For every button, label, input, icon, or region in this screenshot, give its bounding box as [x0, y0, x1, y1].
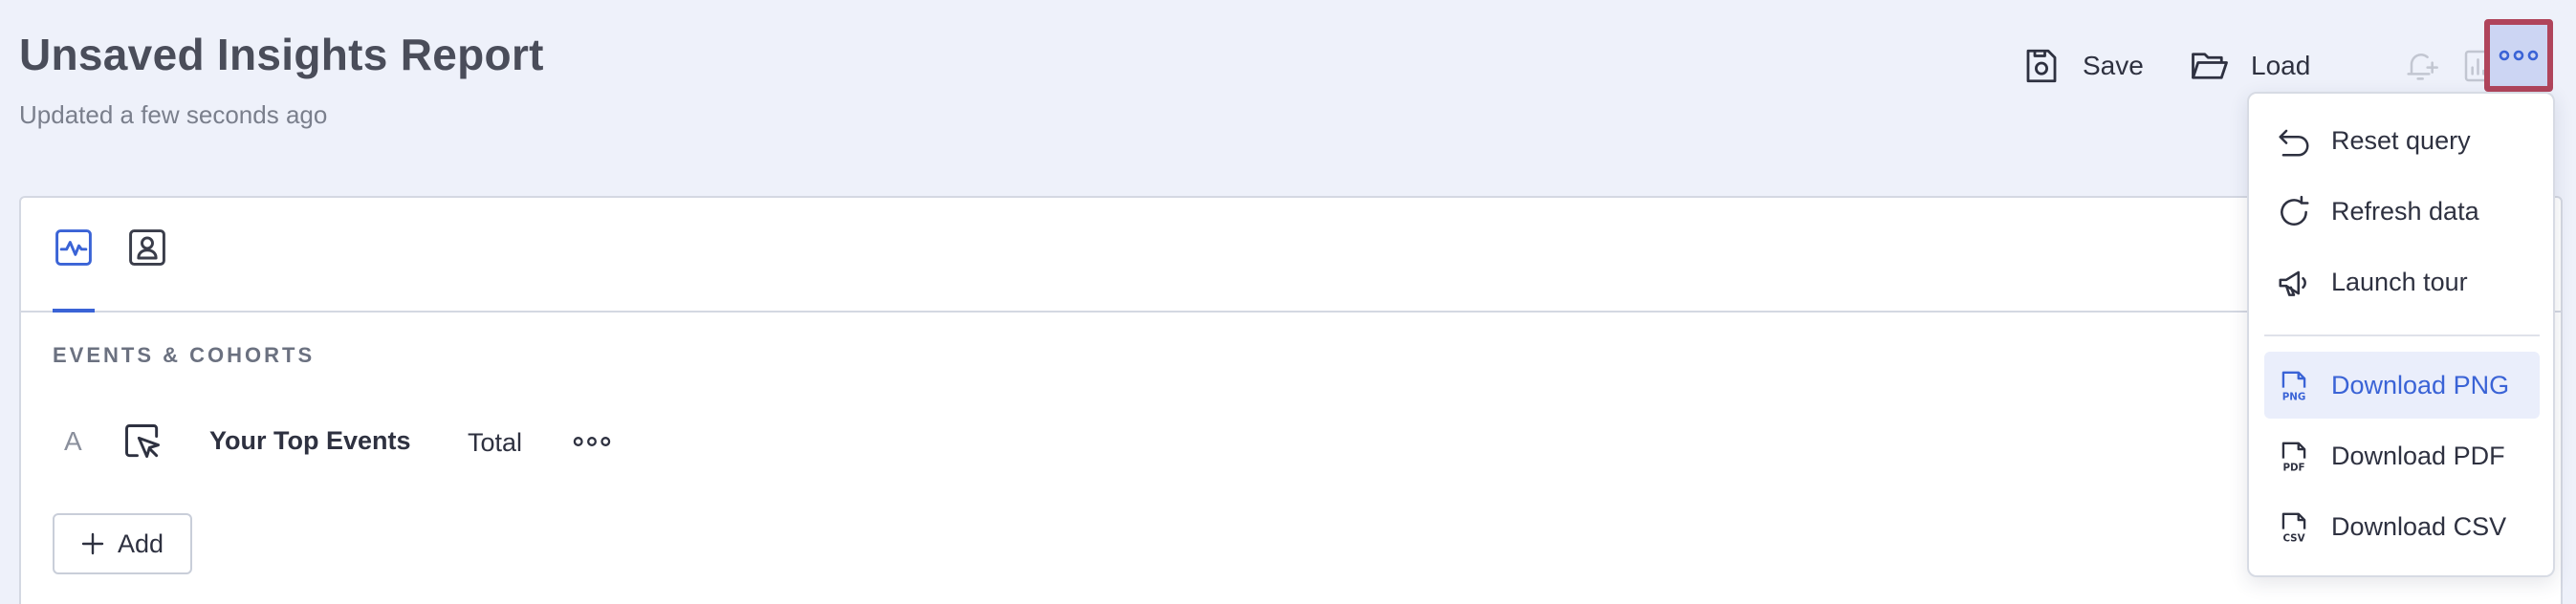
active-tab-indicator	[53, 309, 95, 313]
menu-divider	[2264, 334, 2540, 336]
svg-text:PNG: PNG	[2282, 391, 2306, 402]
menu-item-label: Refresh data	[2331, 197, 2479, 226]
menu-item-label: Download PDF	[2331, 442, 2505, 470]
tab-cohorts[interactable]	[126, 226, 168, 269]
query-panel: EVENTS & COHORTS A Your Top Events Total…	[19, 196, 2563, 604]
save-icon	[2026, 49, 2057, 83]
menu-item-label: Download CSV	[2331, 512, 2507, 541]
event-name[interactable]: Your Top Events	[209, 426, 411, 456]
menu-item-label: Reset query	[2331, 126, 2471, 155]
plus-icon	[81, 532, 104, 555]
folder-icon	[2192, 53, 2228, 79]
menu-item-reset-query[interactable]: Reset query	[2264, 107, 2540, 174]
event-letter: A	[64, 426, 82, 456]
page-updated-status: Updated a few seconds ago	[19, 100, 328, 129]
event-measure[interactable]: Total	[468, 428, 522, 458]
add-event-button[interactable]: Add	[53, 513, 192, 574]
more-options-button[interactable]	[2484, 19, 2553, 92]
undo-icon	[2276, 123, 2312, 160]
panel-tabs	[21, 198, 2561, 313]
svg-text:CSV: CSV	[2282, 532, 2304, 544]
png-file-icon: PNG	[2276, 368, 2312, 404]
page-title: Unsaved Insights Report	[19, 30, 544, 79]
more-icon	[573, 437, 611, 446]
menu-item-refresh-data[interactable]: Refresh data	[2264, 178, 2540, 245]
cursor-click-icon	[121, 421, 164, 463]
refresh-icon	[2276, 194, 2312, 230]
menu-item-label: Download PNG	[2331, 371, 2510, 399]
event-more-button[interactable]	[573, 426, 615, 457]
menu-item-download-pdf[interactable]: PDF Download PDF	[2264, 422, 2540, 489]
svg-text:PDF: PDF	[2282, 462, 2304, 473]
alert-icon	[2407, 54, 2438, 80]
more-options-menu: Reset query Refresh data Launch tour PNG…	[2247, 92, 2555, 577]
person-card-icon	[129, 229, 165, 266]
menu-item-download-png[interactable]: PNG Download PNG	[2264, 352, 2540, 419]
load-button-label: Load	[2251, 51, 2311, 80]
more-icon	[2499, 50, 2539, 61]
save-button[interactable]: Save	[2021, 27, 2144, 105]
tab-events[interactable]	[53, 226, 95, 269]
add-button-label: Add	[117, 528, 164, 558]
menu-item-launch-tour[interactable]: Launch tour	[2264, 248, 2540, 315]
save-button-label: Save	[2083, 51, 2144, 80]
pdf-file-icon: PDF	[2276, 439, 2312, 475]
event-row[interactable]: A Your Top Events Total	[53, 413, 722, 470]
megaphone-icon	[2276, 265, 2312, 301]
menu-item-download-csv[interactable]: CSV Download CSV	[2264, 493, 2540, 560]
menu-item-label: Launch tour	[2331, 268, 2468, 296]
section-label: EVENTS & COHORTS	[53, 343, 316, 367]
chart-line-icon	[55, 229, 92, 266]
csv-file-icon: CSV	[2276, 509, 2312, 546]
